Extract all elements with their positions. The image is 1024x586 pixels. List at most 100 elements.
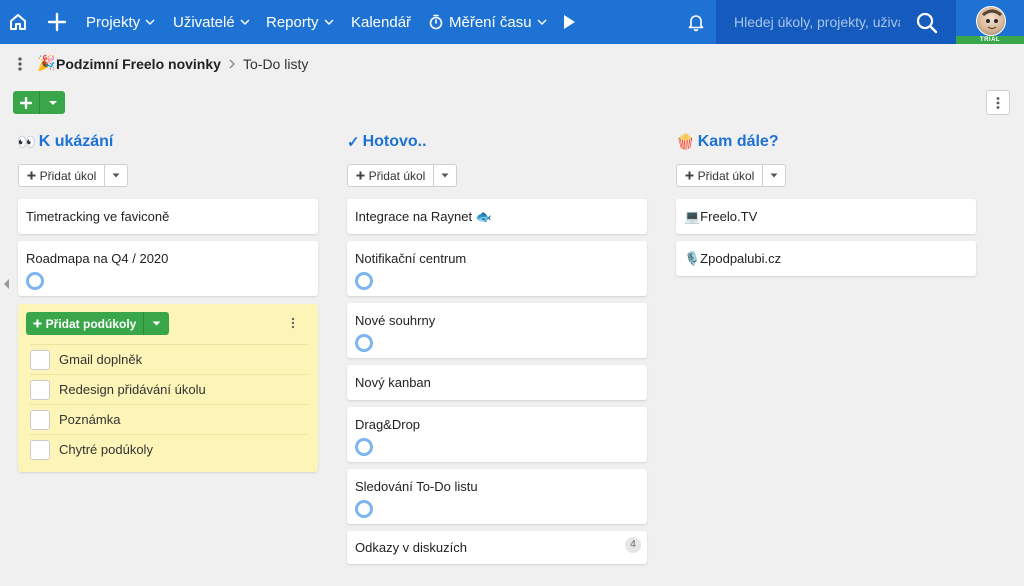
subtask-row[interactable]: Gmail doplněk bbox=[30, 344, 308, 374]
progress-ring-icon bbox=[355, 334, 373, 352]
subtask-row[interactable]: Chytré podúkoly bbox=[30, 434, 308, 464]
caret-down-icon bbox=[112, 173, 120, 178]
plus-icon[interactable] bbox=[44, 0, 70, 44]
nav-reports-label: Reporty bbox=[266, 13, 319, 31]
chevron-right-icon bbox=[229, 59, 235, 69]
add-task-label: Přidat úkol bbox=[368, 168, 426, 183]
subtask-checkbox[interactable] bbox=[30, 380, 50, 400]
search-input[interactable] bbox=[734, 12, 900, 32]
progress-ring-icon bbox=[355, 438, 373, 456]
list-title[interactable]: 👀 K ukázání bbox=[17, 133, 113, 151]
subtask-checkbox[interactable] bbox=[30, 350, 50, 370]
plus-icon bbox=[685, 171, 694, 180]
task-card[interactable]: Timetracking ve faviconě bbox=[18, 199, 318, 234]
task-title: Notifikační centrum bbox=[355, 251, 467, 266]
nav-users-label: Uživatelé bbox=[173, 13, 235, 31]
add-subtasks-button[interactable]: Přidat podúkoly bbox=[26, 312, 144, 335]
nav-reports[interactable]: Reporty bbox=[266, 0, 334, 44]
progress-ring-icon bbox=[355, 500, 373, 518]
task-card[interactable]: Drag&Drop bbox=[347, 407, 647, 462]
nav-calendar-label: Kalendář bbox=[351, 13, 412, 31]
list-title-label: Kam dále? bbox=[697, 133, 779, 150]
task-title: Integrace na Raynet 🐟 bbox=[355, 209, 492, 224]
add-subtasks-dropdown[interactable] bbox=[144, 312, 169, 335]
nav-projects[interactable]: Projekty bbox=[86, 0, 155, 44]
stopwatch-icon bbox=[429, 14, 443, 30]
task-title: 💻Freelo.TV bbox=[684, 209, 758, 224]
bell-icon[interactable] bbox=[684, 0, 708, 44]
task-title: Drag&Drop bbox=[355, 417, 421, 432]
task-card[interactable]: Nové souhrny bbox=[347, 303, 647, 358]
task-title: Sledování To-Do listu bbox=[355, 479, 478, 494]
party-emoji-icon: 🎉 bbox=[37, 55, 56, 72]
check-mark-icon: ✓ bbox=[347, 134, 360, 151]
task-card[interactable]: Integrace na Raynet 🐟 bbox=[347, 199, 647, 234]
kebab-icon bbox=[996, 96, 1000, 109]
plus-icon bbox=[356, 171, 365, 180]
chevron-down-icon bbox=[145, 19, 155, 25]
task-card[interactable]: Notifikační centrum bbox=[347, 241, 647, 296]
nav-time-tracking-label: Měření času bbox=[449, 13, 532, 31]
task-title: Timetracking ve faviconě bbox=[26, 209, 170, 224]
user-menu[interactable]: TRIAL bbox=[956, 0, 1024, 44]
list-title-label: Hotovo.. bbox=[362, 133, 427, 150]
task-card[interactable]: Roadmapa na Q4 / 2020 bbox=[18, 241, 318, 296]
add-list-dropdown[interactable] bbox=[40, 91, 65, 114]
subtask-options-icon[interactable] bbox=[290, 316, 296, 330]
task-title: 🎙️Zpodpalubi.cz bbox=[684, 251, 782, 266]
caret-down-icon bbox=[48, 100, 57, 105]
collapse-left-icon[interactable] bbox=[3, 277, 10, 289]
plus-icon bbox=[33, 319, 42, 328]
home-icon[interactable] bbox=[5, 0, 31, 44]
chevron-down-icon bbox=[324, 19, 334, 25]
list-title[interactable]: 🍿 Kam dále? bbox=[676, 133, 779, 151]
plus-icon bbox=[27, 171, 36, 180]
task-card[interactable]: Nový kanban bbox=[347, 365, 647, 400]
task-title: Nové souhrny bbox=[355, 313, 436, 328]
subtask-checkbox[interactable] bbox=[30, 410, 50, 430]
task-card[interactable]: 💻Freelo.TV bbox=[676, 199, 976, 234]
list-title-label: K ukázání bbox=[38, 133, 114, 150]
task-title: Nový kanban bbox=[355, 375, 431, 390]
expanded-task-card: Přidat podúkoly Gmail doplněk Redesign p… bbox=[18, 304, 318, 472]
page-options-button[interactable] bbox=[986, 90, 1010, 115]
add-task-button[interactable]: Přidat úkol bbox=[677, 165, 763, 186]
add-task-button[interactable]: Přidat úkol bbox=[19, 165, 105, 186]
task-card[interactable]: Sledování To-Do listu bbox=[347, 469, 647, 524]
avatar[interactable] bbox=[976, 6, 1006, 36]
add-task-dropdown[interactable] bbox=[763, 165, 785, 186]
add-subtasks-split-button: Přidat podúkoly bbox=[26, 312, 169, 335]
add-task-label: Přidat úkol bbox=[697, 168, 755, 183]
add-task-dropdown[interactable] bbox=[434, 165, 456, 186]
add-list-button[interactable] bbox=[13, 91, 40, 114]
list-title[interactable]: ✓ Hotovo.. bbox=[347, 133, 427, 151]
add-task-split-button: Přidat úkol bbox=[18, 164, 128, 187]
progress-ring-icon bbox=[26, 272, 44, 290]
task-card[interactable]: Odkazy v diskuzích 4 bbox=[347, 531, 647, 564]
add-task-label: Přidat úkol bbox=[39, 168, 97, 183]
play-icon[interactable] bbox=[560, 0, 578, 44]
task-title: Roadmapa na Q4 / 2020 bbox=[26, 251, 169, 266]
add-subtasks-label: Přidat podúkoly bbox=[45, 316, 137, 331]
add-task-button[interactable]: Přidat úkol bbox=[348, 165, 434, 186]
progress-ring-icon bbox=[355, 272, 373, 290]
subtask-checkbox[interactable] bbox=[30, 440, 50, 460]
chevron-down-icon bbox=[537, 19, 547, 25]
plus-icon bbox=[20, 96, 32, 109]
nav-users[interactable]: Uživatelé bbox=[173, 0, 250, 44]
eyes-emoji-icon: 👀 bbox=[17, 134, 36, 151]
caret-down-icon bbox=[441, 173, 449, 178]
search-box bbox=[716, 0, 956, 44]
search-icon[interactable] bbox=[914, 10, 940, 36]
breadcrumb-page: To-Do listy bbox=[243, 56, 309, 72]
kebab-menu-icon[interactable] bbox=[16, 55, 24, 73]
subtask-row[interactable]: Poznámka bbox=[30, 404, 308, 434]
subtask-label: Chytré podúkoly bbox=[59, 442, 153, 457]
subtask-row[interactable]: Redesign přidávání úkolu bbox=[30, 374, 308, 404]
add-task-dropdown[interactable] bbox=[105, 165, 127, 186]
breadcrumb-project[interactable]: Podzimní Freelo novinky bbox=[56, 56, 221, 72]
task-card[interactable]: 🎙️Zpodpalubi.cz bbox=[676, 241, 976, 276]
nav-calendar[interactable]: Kalendář bbox=[351, 0, 411, 44]
nav-time-tracking[interactable]: Měření času bbox=[428, 0, 547, 44]
subtask-label: Redesign přidávání úkolu bbox=[59, 382, 206, 397]
